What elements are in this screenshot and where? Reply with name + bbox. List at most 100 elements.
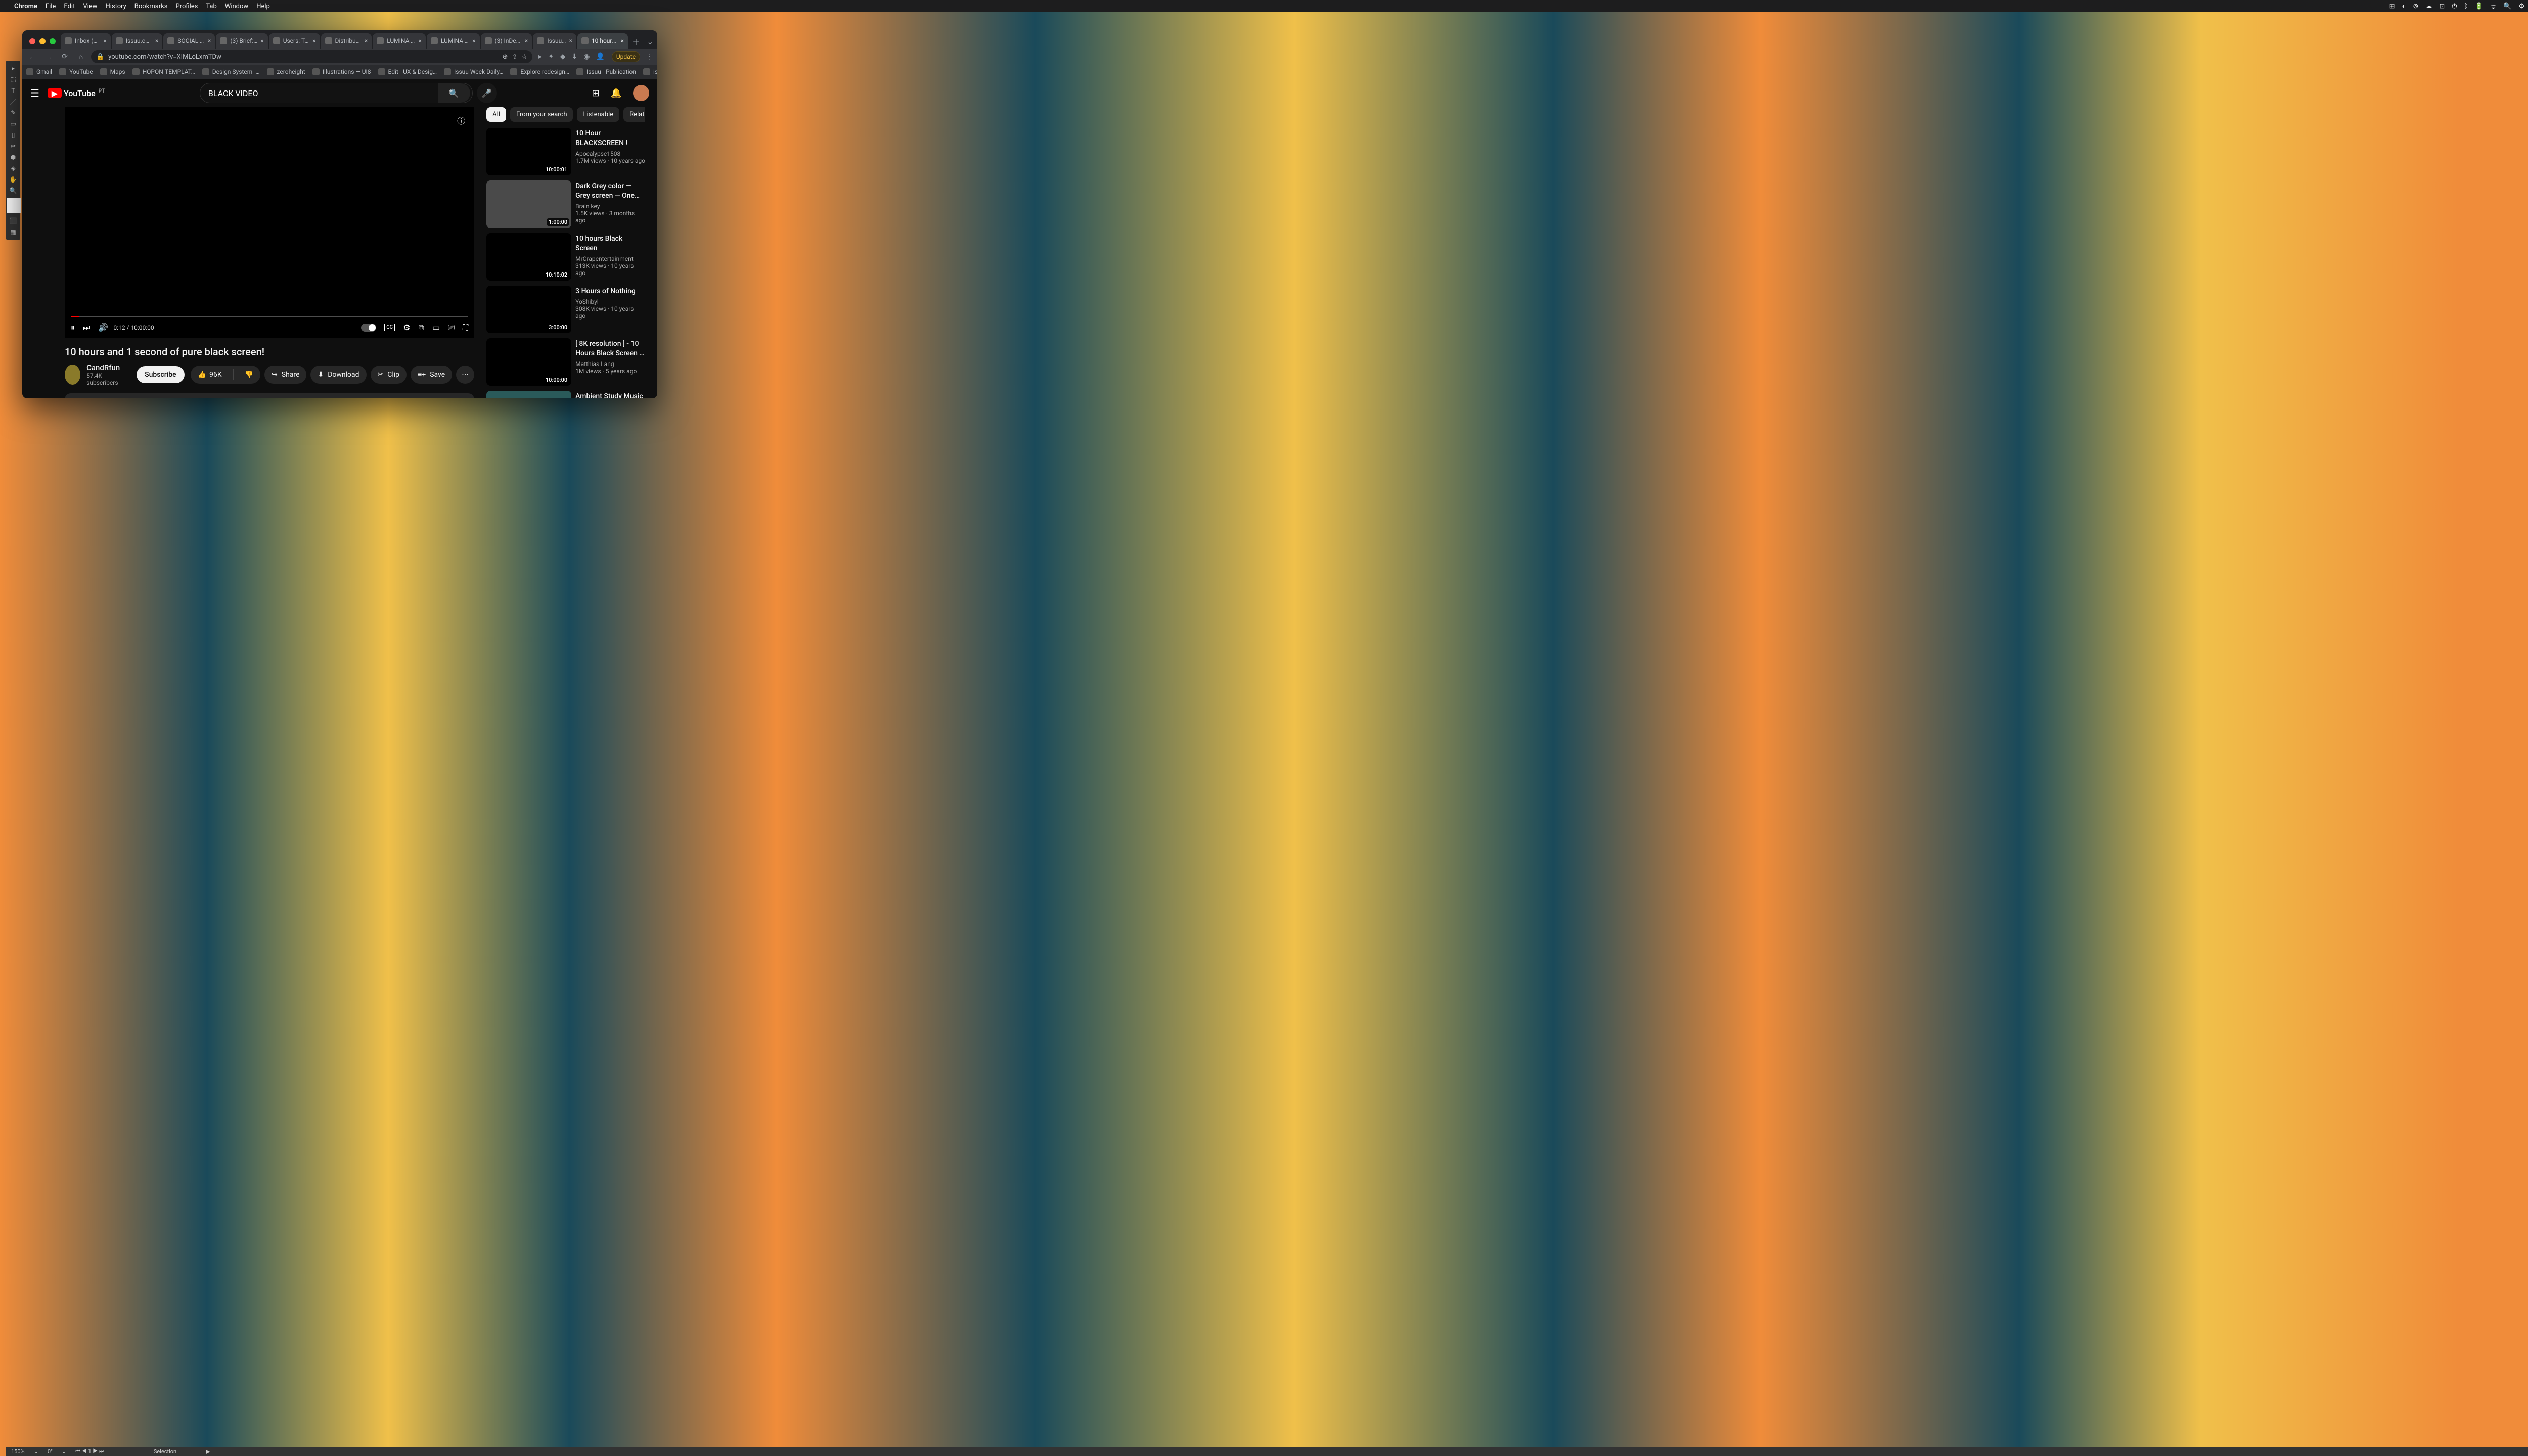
menubar-app-name[interactable]: Chrome bbox=[14, 3, 37, 10]
update-chrome-button[interactable]: Update bbox=[612, 51, 640, 62]
rec-channel[interactable]: MrCrapentertainment bbox=[575, 255, 645, 262]
video-thumbnail[interactable]: 10:00:00 bbox=[486, 338, 571, 386]
site-info-icon[interactable]: 🔒 bbox=[96, 53, 104, 61]
browser-tab[interactable]: SOCIAL POST#2 - S…× bbox=[163, 33, 215, 49]
browser-tab[interactable]: Inbox (7) - jose.cru…× bbox=[61, 33, 111, 49]
channel-name[interactable]: CandRfun bbox=[86, 363, 124, 372]
close-tab-icon[interactable]: × bbox=[525, 37, 528, 44]
extension-icon[interactable]: ▸ bbox=[538, 53, 542, 61]
filter-chip[interactable]: Related bbox=[623, 107, 645, 122]
clip-button[interactable]: ✂Clip bbox=[371, 366, 407, 384]
settings-gear-icon[interactable]: ⚙ bbox=[403, 323, 410, 332]
description-box[interactable]: 20M views 8 years ago A black screen for… bbox=[65, 393, 474, 398]
bookmark-item[interactable]: Issuu - Publication bbox=[576, 68, 636, 75]
status-icon[interactable]: ◐ bbox=[2402, 2, 2406, 10]
recommendation-item[interactable]: 10:10:0210 hours Black ScreenMrCrapenter… bbox=[486, 233, 645, 281]
save-button[interactable]: ≡+Save bbox=[411, 366, 452, 384]
share-icon[interactable]: ⇪ bbox=[512, 53, 517, 61]
recommendation-item[interactable]: 3:51:22Ambient Study Music To Concentrat… bbox=[486, 391, 645, 398]
video-thumbnail[interactable]: 10:00:01 bbox=[486, 128, 571, 175]
profile-avatar-icon[interactable]: 👤 bbox=[596, 53, 604, 61]
rotation[interactable]: 0° bbox=[48, 1448, 53, 1455]
extensions-menu-icon[interactable]: ✦ bbox=[548, 53, 554, 61]
browser-tab[interactable]: 10 hours and 1 sec…× bbox=[577, 33, 628, 49]
close-tab-icon[interactable]: × bbox=[418, 37, 421, 44]
bookmark-item[interactable]: Design System -… bbox=[202, 68, 260, 75]
wifi-icon[interactable]: ᯤ bbox=[2491, 2, 2497, 11]
close-window-button[interactable] bbox=[29, 38, 35, 44]
autoplay-toggle[interactable] bbox=[361, 324, 376, 332]
address-bar[interactable]: 🔒 youtube.com/watch?v=XIMLoLxmTDw ⊕ ⇪ ☆ bbox=[91, 50, 532, 63]
filter-chip[interactable]: All bbox=[486, 107, 506, 122]
video-thumbnail[interactable]: 1:00:00 bbox=[486, 180, 571, 228]
close-tab-icon[interactable]: × bbox=[569, 37, 572, 44]
status-icon[interactable]: ⊚ bbox=[2413, 3, 2418, 10]
menu-history[interactable]: History bbox=[105, 3, 126, 10]
browser-tab[interactable]: Issuu - YouTube× bbox=[533, 33, 576, 49]
close-tab-icon[interactable]: × bbox=[312, 37, 315, 44]
home-button[interactable]: ⌂ bbox=[75, 53, 87, 61]
browser-tab[interactable]: (3) Brief: Social Pos…× bbox=[216, 33, 267, 49]
bookmark-star-icon[interactable]: ☆ bbox=[521, 53, 527, 61]
status-icon[interactable]: ⊞ bbox=[2389, 3, 2395, 10]
close-tab-icon[interactable]: × bbox=[155, 37, 158, 44]
search-button[interactable]: 🔍 bbox=[438, 83, 470, 103]
bookmark-item[interactable]: Illustrations — UI8 bbox=[312, 68, 371, 75]
more-actions-button[interactable]: ⋯ bbox=[456, 366, 474, 384]
guide-menu-button[interactable]: ☰ bbox=[30, 87, 39, 99]
tool-icon[interactable]: ▦ bbox=[6, 226, 20, 238]
bookmark-item[interactable]: Explore redesign… bbox=[510, 68, 569, 75]
filter-chip[interactable]: Listenable bbox=[577, 107, 619, 122]
rec-channel[interactable]: Matthias Lang bbox=[575, 360, 645, 368]
chrome-menu-button[interactable]: ⋮ bbox=[646, 53, 653, 61]
status-icon[interactable]: ⏻ bbox=[2452, 3, 2457, 10]
menu-help[interactable]: Help bbox=[256, 3, 270, 10]
video-player[interactable]: ⓘ ⏸ ⏭ 🔊 0:12 / 10:00:00 CC ⚙ ⧉ bbox=[65, 107, 474, 338]
battery-icon[interactable]: 🔋 bbox=[2475, 3, 2483, 10]
menu-window[interactable]: Window bbox=[225, 3, 248, 10]
create-button[interactable]: ⊞ bbox=[592, 88, 599, 99]
tool-icon[interactable]: ▭ bbox=[6, 118, 20, 129]
filter-chip[interactable]: From your search bbox=[510, 107, 573, 122]
fullscreen-button[interactable]: ⛶ bbox=[463, 323, 468, 333]
bookmark-item[interactable]: Edit - UX & Desig… bbox=[378, 68, 437, 75]
close-tab-icon[interactable]: × bbox=[103, 37, 106, 44]
pause-button[interactable]: ⏸ bbox=[71, 323, 75, 333]
browser-tab[interactable]: (3) InDesign user re…× bbox=[481, 33, 532, 49]
share-button[interactable]: ↪Share bbox=[264, 366, 306, 384]
downloads-icon[interactable]: ⬇ bbox=[572, 53, 578, 61]
cast-button[interactable]: ⎚ bbox=[448, 323, 455, 333]
menu-edit[interactable]: Edit bbox=[64, 3, 75, 10]
control-center-icon[interactable]: ⚙ bbox=[2519, 3, 2525, 10]
play-icon[interactable]: ▶ bbox=[206, 1448, 210, 1455]
tool-icon[interactable]: ◈ bbox=[6, 163, 20, 174]
tool-icon[interactable]: ✎ bbox=[6, 107, 20, 118]
close-tab-icon[interactable]: × bbox=[260, 37, 263, 44]
youtube-logo[interactable]: ▶ YouTube PT bbox=[48, 88, 105, 98]
status-icon[interactable]: ☁ bbox=[2425, 3, 2432, 10]
tool-icon[interactable]: ✋ bbox=[6, 174, 20, 185]
account-avatar[interactable] bbox=[633, 85, 649, 101]
tool-icon[interactable]: ▸ bbox=[6, 63, 20, 74]
browser-tab[interactable]: Issuu.com - Calend…× bbox=[112, 33, 163, 49]
extension-icon[interactable]: ◉ bbox=[583, 53, 590, 61]
page-nav[interactable]: ⏮ ◀ 1 ▶ ⏭ bbox=[75, 1448, 104, 1455]
video-thumbnail[interactable]: 3:51:22 bbox=[486, 391, 571, 398]
minimize-window-button[interactable] bbox=[39, 38, 46, 44]
voice-search-button[interactable]: 🎤 bbox=[477, 83, 497, 103]
tool-icon[interactable]: T bbox=[6, 85, 20, 96]
fullscreen-window-button[interactable] bbox=[50, 38, 56, 44]
captions-button[interactable]: CC bbox=[384, 324, 395, 331]
tool-icon[interactable]: 🔍 bbox=[6, 185, 20, 196]
close-tab-icon[interactable]: × bbox=[208, 37, 211, 44]
tab-overflow-button[interactable]: ⌄ bbox=[643, 34, 657, 49]
menu-profiles[interactable]: Profiles bbox=[176, 3, 198, 10]
bookmark-item[interactable]: zeroheight bbox=[267, 68, 305, 75]
search-icon[interactable]: 🔍 bbox=[2503, 3, 2511, 10]
theater-button[interactable]: ▭ bbox=[432, 323, 440, 332]
extension-icon[interactable]: ◆ bbox=[560, 53, 566, 61]
bookmark-item[interactable]: YouTube bbox=[59, 68, 93, 75]
video-thumbnail[interactable]: 3:00:00 bbox=[486, 286, 571, 333]
video-thumbnail[interactable]: 10:10:02 bbox=[486, 233, 571, 281]
recommendation-item[interactable]: 1:00:00Dark Grey color — Grey screen — O… bbox=[486, 180, 645, 228]
